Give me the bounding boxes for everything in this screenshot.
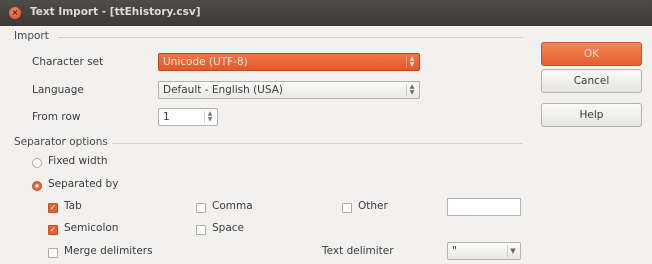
character-set-value: Unicode (UTF-8)	[163, 56, 248, 68]
tab-checkbox[interactable]: ✓	[48, 203, 58, 213]
cancel-button[interactable]: Cancel	[541, 69, 642, 93]
help-button[interactable]: Help	[541, 103, 642, 127]
space-label[interactable]: Space	[212, 222, 244, 234]
character-set-dropdown[interactable]: Unicode (UTF-8) ▲ ▼	[158, 53, 420, 71]
import-divider	[58, 37, 523, 38]
from-row-spinbox[interactable]: 1 ▲ ▼	[158, 108, 218, 126]
text-delimiter-value: "	[452, 245, 457, 257]
comma-label[interactable]: Comma	[212, 200, 253, 212]
character-set-label: Character set	[32, 56, 104, 68]
from-row-label: From row	[32, 111, 81, 123]
dropdown-arrow-icon: ▼	[507, 245, 518, 257]
dropdown-arrows-icon: ▲ ▼	[406, 84, 417, 96]
spin-arrows-icon[interactable]: ▲ ▼	[204, 111, 215, 123]
language-value: Default - English (USA)	[163, 84, 284, 96]
comma-checkbox[interactable]	[196, 203, 206, 213]
dropdown-arrows-icon: ▲ ▼	[406, 56, 417, 68]
window-title: Text Import - [ttEhistory.csv]	[30, 6, 201, 18]
close-icon[interactable]: ×	[9, 7, 21, 19]
space-checkbox[interactable]	[196, 225, 206, 235]
other-checkbox[interactable]	[342, 203, 352, 213]
fixed-width-label[interactable]: Fixed width	[48, 155, 108, 167]
other-label[interactable]: Other	[358, 200, 388, 212]
merge-delimiters-label[interactable]: Merge delimiters	[64, 245, 153, 257]
language-label: Language	[32, 84, 84, 96]
ok-button[interactable]: OK	[541, 42, 642, 66]
other-input[interactable]	[447, 198, 521, 216]
separator-divider	[112, 143, 523, 144]
separated-by-label[interactable]: Separated by	[48, 178, 118, 190]
merge-delimiters-checkbox[interactable]	[48, 248, 58, 258]
title-bar: × Text Import - [ttEhistory.csv]	[0, 0, 652, 26]
separated-by-radio[interactable]	[32, 181, 42, 191]
semicolon-label[interactable]: Semicolon	[64, 222, 118, 234]
tab-label[interactable]: Tab	[64, 200, 82, 212]
text-delimiter-label: Text delimiter	[322, 245, 394, 257]
separator-section-label: Separator options	[14, 136, 108, 148]
fixed-width-radio[interactable]	[32, 158, 42, 168]
text-delimiter-dropdown[interactable]: " ▼	[447, 242, 521, 260]
semicolon-checkbox[interactable]: ✓	[48, 225, 58, 235]
import-section-label: Import	[14, 30, 49, 42]
language-dropdown[interactable]: Default - English (USA) ▲ ▼	[158, 81, 420, 99]
from-row-value: 1	[163, 111, 170, 123]
